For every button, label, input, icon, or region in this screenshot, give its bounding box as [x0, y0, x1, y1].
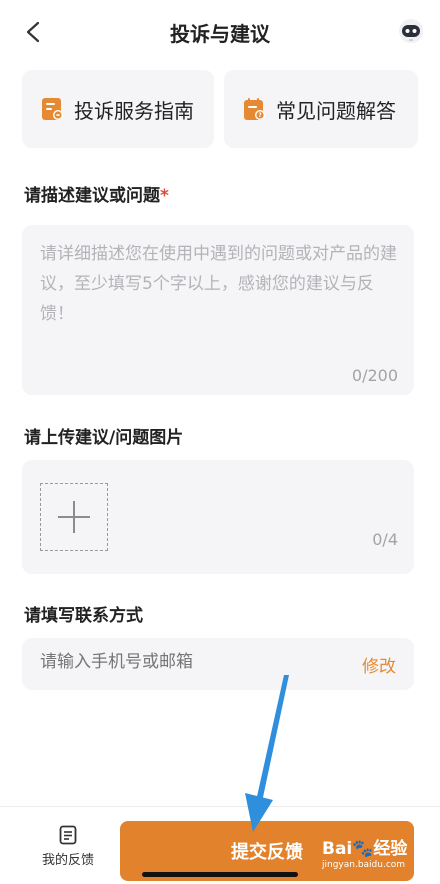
faq-card[interactable]: ? 常见问题解答	[224, 70, 418, 148]
complaint-guide-card[interactable]: 投诉服务指南	[22, 70, 214, 148]
upload-heading: 请上传建议/问题图片	[24, 428, 184, 448]
description-placeholder: 请详细描述您在使用中遇到的问题或对产品的建议，至少填写5个字以上，感谢您的建议与…	[40, 244, 397, 324]
watermark-url: jingyan.baidu.com	[322, 860, 406, 870]
description-heading: 请描述建议或问题*	[24, 181, 169, 206]
svg-text:?: ?	[258, 112, 262, 119]
my-feedback-label: 我的反馈	[41, 853, 94, 868]
description-char-counter: 0/200	[351, 366, 398, 385]
image-counter: 0/4	[372, 530, 398, 549]
my-feedback-button[interactable]: 我的反馈	[30, 825, 106, 868]
feedback-list-icon	[59, 825, 77, 845]
page-title: 投诉与建议	[170, 22, 270, 46]
edit-contact-link[interactable]: 修改	[362, 652, 396, 677]
submit-feedback-label: 提交反馈	[231, 842, 303, 863]
faq-label: 常见问题解答	[276, 98, 396, 123]
faq-calendar-icon: ?	[244, 98, 265, 120]
guide-doc-icon	[42, 98, 63, 120]
complaint-guide-label: 投诉服务指南	[74, 98, 194, 123]
contact-field: 修改	[22, 638, 414, 690]
add-image-button[interactable]	[40, 483, 108, 551]
top-bar: 投诉与建议	[0, 0, 440, 64]
required-mark: *	[160, 186, 169, 206]
baidu-jingyan-watermark: Bai🐾经验 jingyan.baidu.com	[322, 834, 407, 870]
watermark-main: Bai🐾经验	[322, 839, 408, 859]
robot-assistant-icon[interactable]	[398, 18, 424, 44]
description-textarea[interactable]: 请详细描述您在使用中遇到的问题或对产品的建议，至少填写5个字以上，感谢您的建议与…	[22, 225, 414, 395]
description-heading-text: 请描述建议或问题	[24, 186, 160, 206]
contact-heading: 请填写联系方式	[24, 606, 143, 626]
image-upload-area: 0/4	[22, 460, 414, 574]
home-indicator	[142, 872, 298, 877]
contact-input[interactable]	[40, 652, 340, 672]
plus-icon-vertical	[73, 501, 75, 533]
